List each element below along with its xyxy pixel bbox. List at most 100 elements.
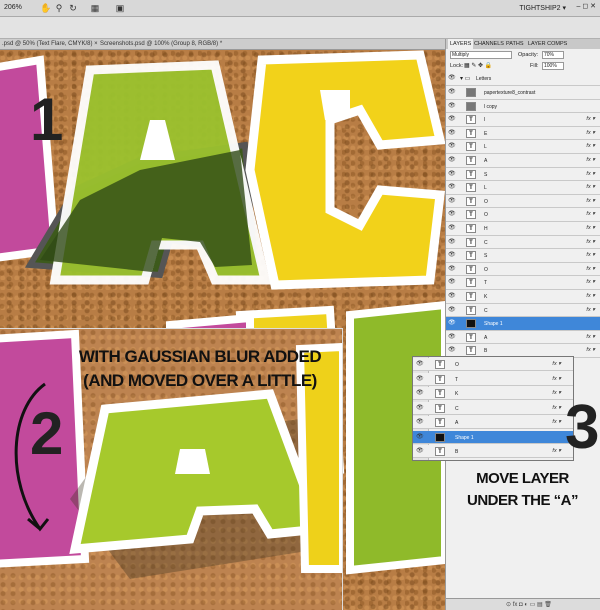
eye-icon[interactable]: 👁 [448,103,456,110]
tab-paths[interactable]: PATHS [506,41,524,47]
layer-row[interactable]: 👁 T Bfx ▾ [413,445,573,458]
eye-icon[interactable]: 👁 [448,334,456,341]
layer-group-letters[interactable]: 👁 ▾ ▭ Letters [446,72,600,86]
eye-icon[interactable]: 👁 [416,405,424,412]
layer-name: L [484,144,487,151]
opacity-input[interactable]: 70% [542,51,564,59]
layer-row[interactable]: 👁 papertexture8_contrast [446,86,600,100]
eye-icon[interactable]: 👁 [416,376,424,383]
fx-icon[interactable]: fx ▾ [586,130,595,136]
layer-row[interactable]: 👁 T Cfx ▾ [446,303,600,318]
document-canvas[interactable]: 1 WITH GAUSSIAN BLUR ADDED (AND MOVED OV… [0,50,445,610]
layer-row[interactable]: 👁 T Kfx ▾ [446,290,600,304]
eye-icon[interactable]: 👁 [448,279,456,286]
layer-row[interactable]: 👁 T Sfx ▾ [446,249,600,263]
layer-row[interactable]: 👁 T Sfx ▾ [446,167,600,182]
zoom-icon[interactable]: ⚲ [54,3,64,13]
eye-icon[interactable]: 👁 [416,448,424,455]
layer-row[interactable]: 👁 T Cfx ▾ [446,235,600,250]
layer-row[interactable]: 👁 T Cfx ▾ [413,401,573,415]
eye-icon[interactable]: 👁 [448,211,456,218]
layer-row[interactable]: 👁 T Ofx ▾ [446,194,600,209]
layer-row[interactable]: 👁 T Ifx ▾ [446,113,600,127]
fx-icon[interactable]: fx ▾ [586,157,595,163]
eye-icon[interactable]: 👁 [448,116,456,123]
tab-channels[interactable]: CHANNELS [474,41,504,47]
fx-icon[interactable]: fx ▾ [586,266,595,272]
eye-icon[interactable]: 👁 [448,143,456,150]
layer-row-selected[interactable]: 👁 Shape 1 [413,430,573,444]
fx-icon[interactable]: fx ▾ [586,307,595,313]
workspace-switcher[interactable]: TIGHTSHIP2 ▾ [519,4,566,12]
doc-tab-screenshots[interactable]: Screenshots.psd @ 100% (Group 8, RGB/8) … [100,41,222,47]
eye-icon[interactable]: 👁 [448,293,456,300]
layer-row[interactable]: 👁 T Hfx ▾ [446,222,600,236]
eye-icon[interactable]: 👁 [416,390,424,397]
layer-row[interactable]: 👁 T Lfx ▾ [446,181,600,195]
tab-layers[interactable]: LAYERS [448,39,474,49]
fx-icon[interactable]: fx ▾ [586,225,595,231]
layer-row[interactable]: 👁 T Lfx ▾ [446,140,600,154]
eye-icon[interactable]: 👁 [448,198,456,205]
eye-icon[interactable]: 👁 [448,252,456,259]
fx-icon[interactable]: fx ▾ [586,347,595,353]
layer-row[interactable]: 👁 T Ofx ▾ [446,262,600,277]
lock-icons[interactable]: ▦ ✎ ✥ 🔒 [464,62,492,69]
eye-icon[interactable]: 👁 [448,157,456,164]
fx-icon[interactable]: fx ▾ [586,334,595,340]
fill-input[interactable]: 100% [542,62,564,70]
fx-icon[interactable]: fx ▾ [586,116,595,122]
fx-icon[interactable]: fx ▾ [552,419,561,425]
step3-caption-line1: MOVE LAYER [476,470,569,487]
layer-row[interactable]: 👁 T Afx ▾ [446,330,600,345]
rotate-icon[interactable]: ↻ [68,3,78,13]
layer-row[interactable]: 👁 T Efx ▾ [446,126,600,141]
eye-icon[interactable]: 👁 [448,320,456,327]
zoom-level[interactable]: 206% [4,4,22,11]
eye-icon[interactable]: 👁 [448,184,456,191]
eye-icon[interactable]: 👁 [448,225,456,232]
layer-row[interactable]: 👁 T Afx ▾ [413,416,573,429]
doc-tab-text-flare[interactable]: .psd @ 50% (Text Flare, CMYK/8) × [2,41,98,47]
eye-icon[interactable]: 👁 [448,347,456,354]
screen-mode-icon[interactable]: ▣ [115,3,125,13]
eye-icon[interactable]: 👁 [448,307,456,314]
window-controls-icon[interactable]: – ◻ ✕ [577,2,596,10]
fx-icon[interactable]: fx ▾ [586,211,595,217]
hand-icon[interactable]: ✋ [40,3,51,13]
eye-icon[interactable]: 👁 [448,239,456,246]
fx-icon[interactable]: fx ▾ [586,293,595,299]
fx-icon[interactable]: fx ▾ [552,361,561,367]
fx-icon[interactable]: fx ▾ [552,376,561,382]
eye-icon[interactable]: 👁 [448,130,456,137]
fx-icon[interactable]: fx ▾ [552,390,561,396]
fx-icon[interactable]: fx ▾ [586,239,595,245]
layer-row[interactable]: 👁 T Tfx ▾ [446,276,600,290]
fx-icon[interactable]: fx ▾ [586,143,595,149]
eye-icon[interactable]: 👁 [448,89,456,96]
fx-icon[interactable]: fx ▾ [552,405,561,411]
blend-mode-select[interactable]: Multiply [450,51,512,59]
fx-icon[interactable]: fx ▾ [586,198,595,204]
eye-icon[interactable]: 👁 [416,434,424,441]
eye-icon[interactable]: 👁 [416,361,424,368]
arrange-icon[interactable]: ▦ [90,3,100,13]
fx-icon[interactable]: fx ▾ [586,171,595,177]
panel-action-icons[interactable]: ⊙ fx ◘ ◐ ▭ ▤ 🗑 [506,601,552,608]
eye-icon[interactable]: 👁 [448,75,456,82]
tab-layer-comps[interactable]: LAYER COMPS [528,41,567,47]
layer-row[interactable]: 👁 T Ofx ▾ [413,358,573,371]
eye-icon[interactable]: 👁 [448,171,456,178]
fx-icon[interactable]: fx ▾ [586,252,595,258]
layer-row-selected[interactable]: 👁 Shape 1 [446,317,600,331]
fx-icon[interactable]: fx ▾ [586,279,595,285]
eye-icon[interactable]: 👁 [448,266,456,273]
fx-icon[interactable]: fx ▾ [552,448,561,454]
eye-icon[interactable]: 👁 [416,419,424,426]
layer-row[interactable]: 👁 T Ofx ▾ [446,208,600,222]
fx-icon[interactable]: fx ▾ [586,184,595,190]
layer-row[interactable]: 👁 T Tfx ▾ [413,372,573,386]
layer-row[interactable]: 👁 T Afx ▾ [446,154,600,168]
layer-row[interactable]: 👁 l copy [446,99,600,114]
layer-row[interactable]: 👁 T Kfx ▾ [413,387,573,400]
